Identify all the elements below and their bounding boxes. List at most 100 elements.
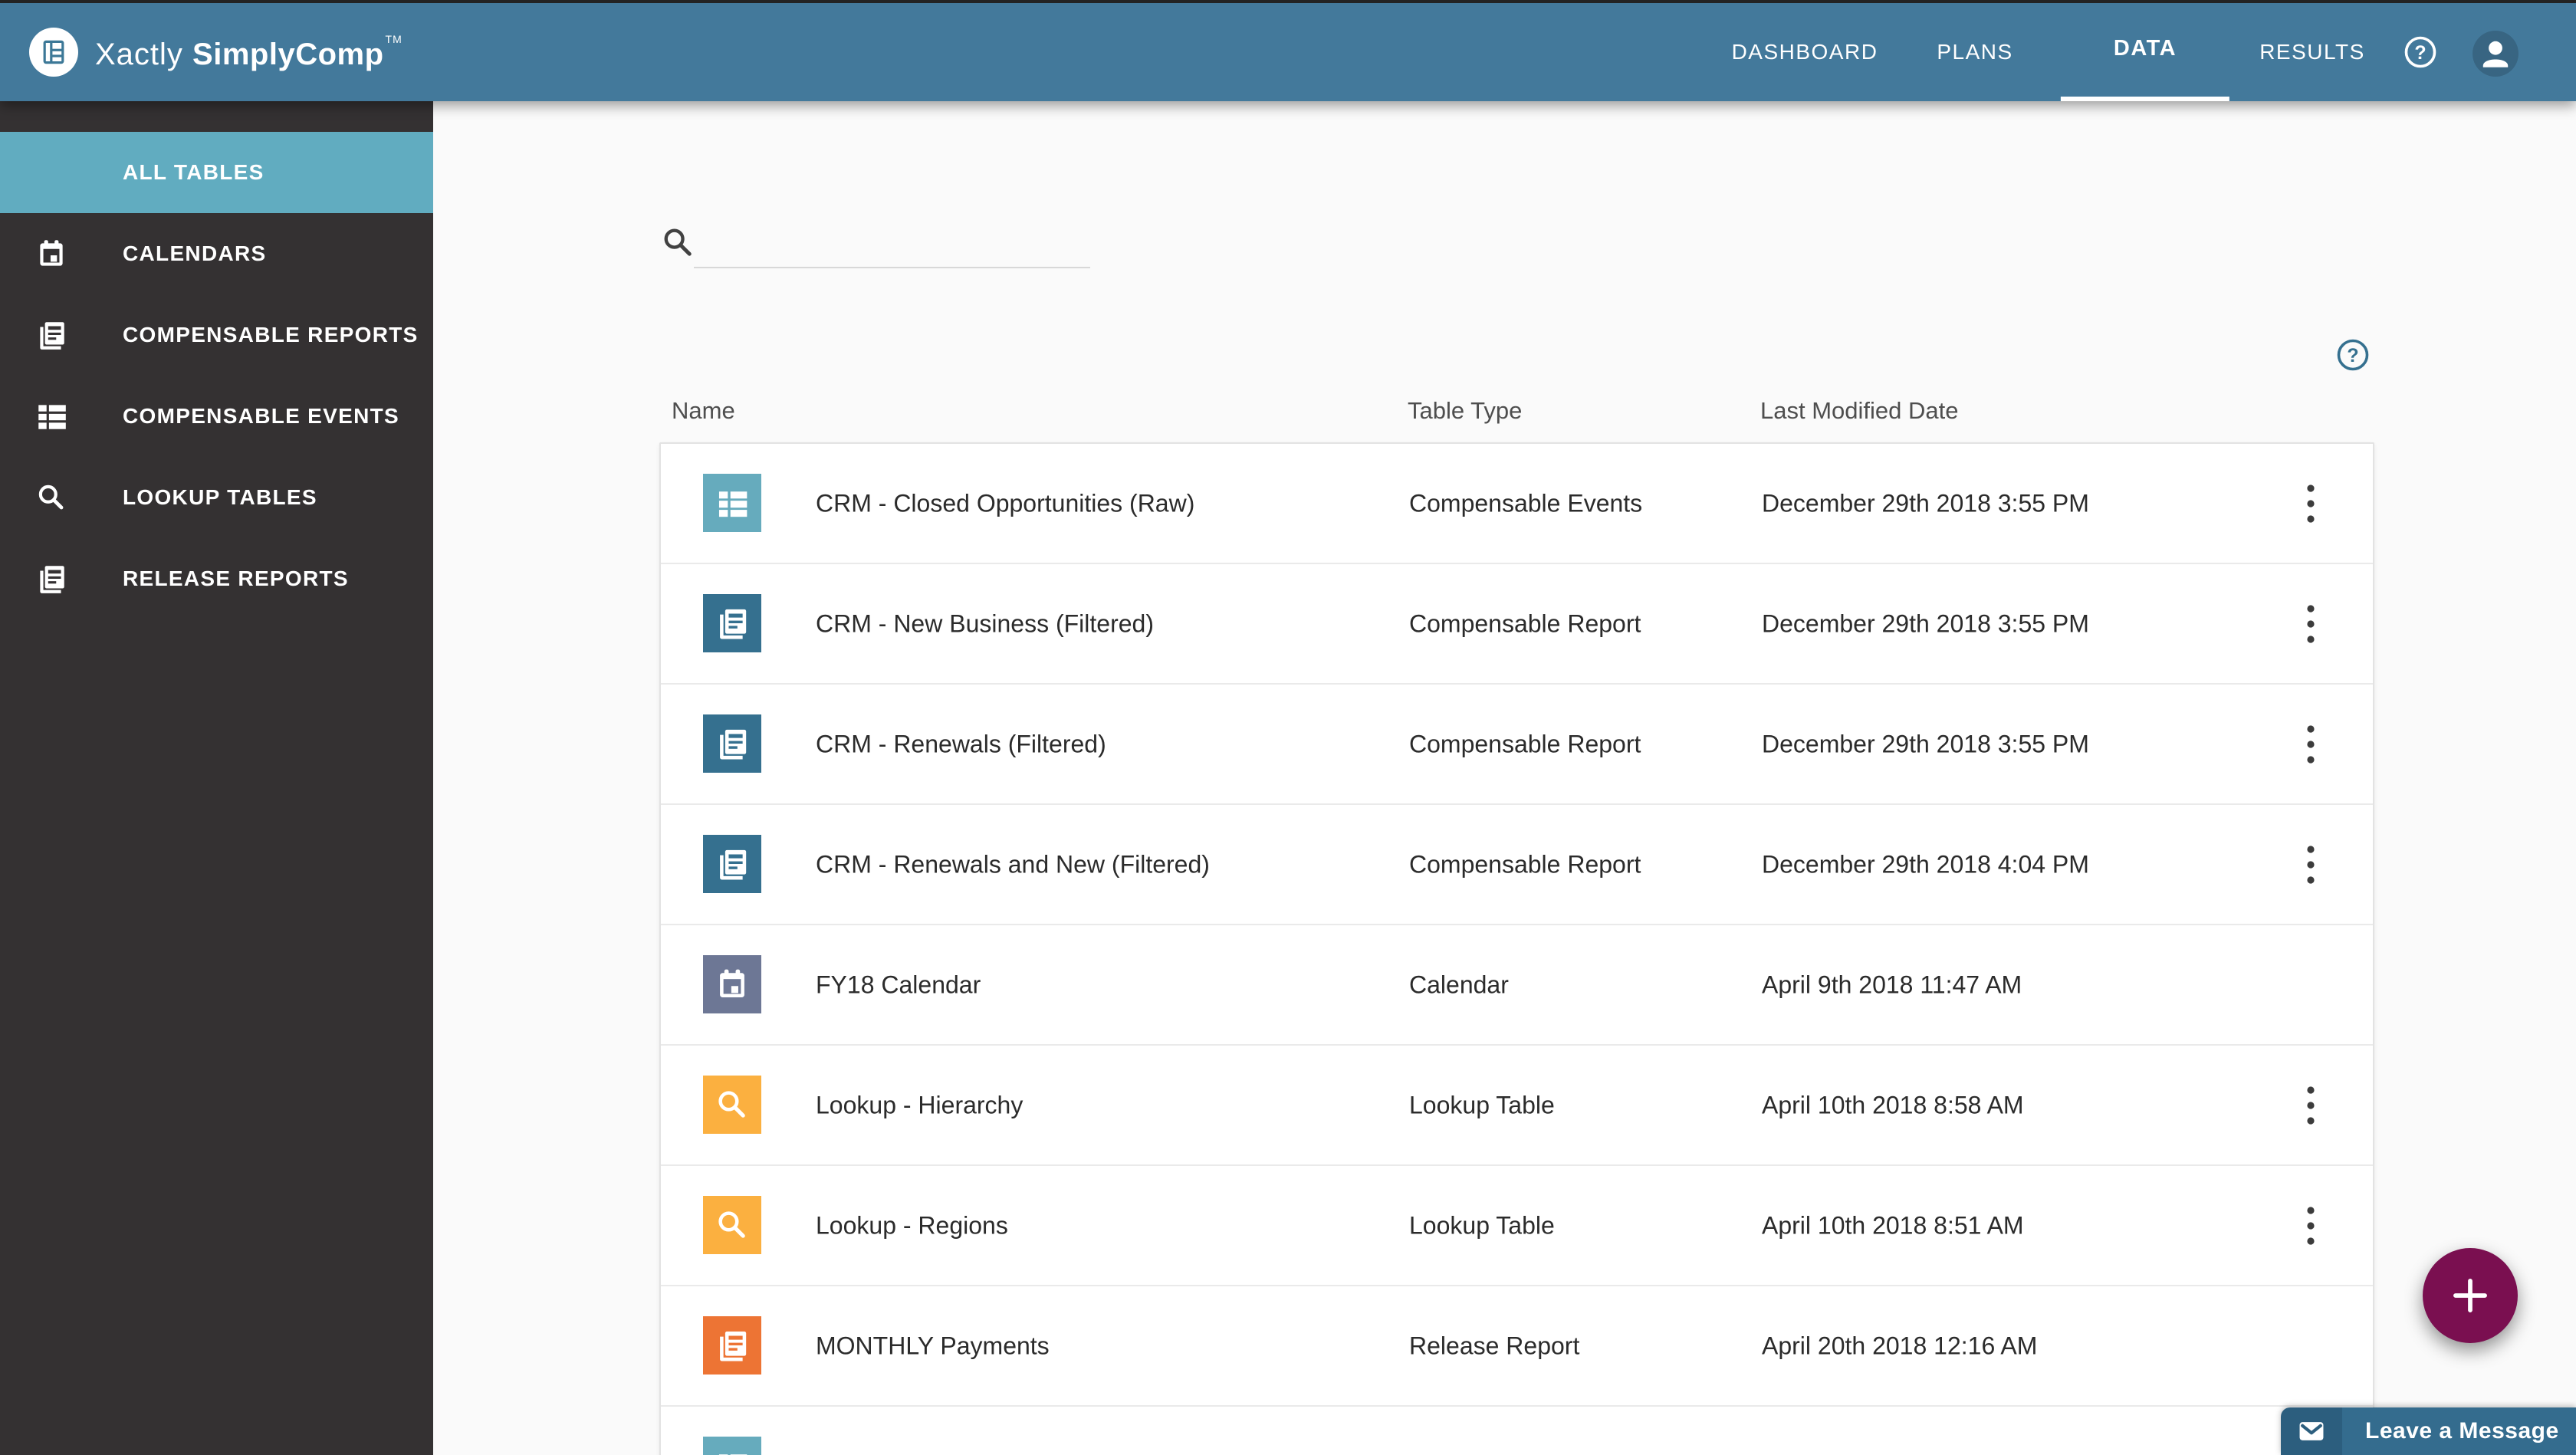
- row-table-type: Release Report: [1409, 1332, 1580, 1359]
- svg-text:?: ?: [2347, 345, 2358, 366]
- row-name: FY18 Calendar: [816, 971, 981, 998]
- help-icon[interactable]: ?: [2404, 35, 2437, 69]
- row-last-modified: December 29th 2018 3:55 PM: [1762, 730, 2089, 757]
- sidebar-item-icon: [34, 155, 69, 190]
- report-icon: [40, 566, 64, 593]
- sidebar-item-label: COMPENSABLE REPORTS: [123, 323, 419, 347]
- table-row[interactable]: FY18 Calendar Calendar April 9th 2018 11…: [661, 925, 2373, 1046]
- tab-plans[interactable]: PLANS: [1937, 3, 2013, 101]
- row-last-modified: April 18th 2018 9:28 AM: [1762, 1452, 2024, 1455]
- report-icon: [720, 609, 747, 639]
- app-window: Xactly SimplyComp TM DASHBOARD PLANS DATA…: [0, 0, 2576, 1455]
- envelope-icon: [2281, 1407, 2342, 1455]
- column-header-name: Name: [672, 397, 735, 424]
- report-icon: [720, 1331, 747, 1361]
- report-icon: [720, 729, 747, 760]
- user-avatar[interactable]: [2472, 31, 2518, 77]
- sidebar-item-icon: [34, 480, 69, 515]
- sidebar-item[interactable]: ALL TABLES: [0, 132, 433, 213]
- table-row[interactable]: CRM - Renewals (Filtered) Compensable Re…: [661, 685, 2373, 805]
- tab-dashboard[interactable]: DASHBOARD: [1732, 3, 1878, 101]
- sidebar-item[interactable]: COMPENSABLE REPORTS: [0, 294, 433, 376]
- table-type-icon: [703, 1196, 761, 1254]
- sidebar-item-icon: [34, 399, 69, 434]
- tab-results[interactable]: RESULTS: [2259, 3, 2365, 101]
- search-input[interactable]: [694, 228, 1090, 268]
- sidebar-item[interactable]: CALENDARS: [0, 213, 433, 294]
- table-row[interactable]: Lookup - Regions Lookup Table April 10th…: [661, 1166, 2373, 1286]
- table-type-icon: [703, 1437, 761, 1455]
- report-icon: [720, 849, 747, 880]
- row-menu-kebab-icon[interactable]: [2306, 1204, 2321, 1247]
- row-last-modified: April 20th 2018 12:16 AM: [1762, 1332, 2038, 1359]
- sidebar-item-label: CALENDARS: [123, 241, 267, 265]
- table-type-icon: [703, 474, 761, 532]
- svg-text:?: ?: [2414, 42, 2426, 64]
- sidebar-item-icon: [34, 317, 69, 353]
- sidebar-item[interactable]: COMPENSABLE EVENTS: [0, 376, 433, 457]
- row-last-modified: April 10th 2018 8:51 AM: [1762, 1211, 2024, 1239]
- magnifier-icon: [718, 1091, 745, 1118]
- brand-wordmark: Xactly SimplyComp TM: [95, 32, 402, 71]
- leave-message-button[interactable]: Leave a Message: [2281, 1407, 2576, 1455]
- table-type-icon: [703, 594, 761, 652]
- app-header: Xactly SimplyComp TM DASHBOARD PLANS DATA…: [0, 3, 2576, 101]
- brand: Xactly SimplyComp TM: [29, 3, 402, 101]
- tab-data[interactable]: DATA: [2061, 3, 2229, 101]
- table-type-icon: [703, 1076, 761, 1134]
- sidebar-item-label: LOOKUP TABLES: [123, 485, 317, 509]
- table-row[interactable]: CRM - New Business (Filtered) Compensabl…: [661, 564, 2373, 685]
- row-table-type: Compensable Report: [1409, 609, 1641, 637]
- table-type-icon: [703, 714, 761, 773]
- row-last-modified: December 29th 2018 3:55 PM: [1762, 609, 2089, 637]
- row-table-type: Compensable Report: [1409, 730, 1641, 757]
- plus-icon: [2453, 1279, 2487, 1312]
- window-top-strip: [0, 0, 2576, 3]
- magnifier-icon: [38, 484, 64, 510]
- report-icon: [40, 322, 64, 350]
- sidebar-item-icon: [34, 561, 69, 596]
- add-table-button[interactable]: [2423, 1248, 2518, 1343]
- calendar-icon: [720, 969, 744, 998]
- table-type-icon: [703, 1316, 761, 1375]
- table-row[interactable]: Paid Invoices (Raw) Compensable Events A…: [661, 1407, 2373, 1455]
- row-table-type: Compensable Events: [1409, 489, 1643, 517]
- table-row[interactable]: CRM - Renewals and New (Filtered) Compen…: [661, 805, 2373, 925]
- row-name: CRM - New Business (Filtered): [816, 609, 1154, 637]
- main-content: ? Name Table Type Last Modified Date CRM…: [433, 101, 2576, 1455]
- row-menu-kebab-icon[interactable]: [2306, 603, 2321, 645]
- trademark-symbol: TM: [385, 32, 402, 45]
- list-icon: [718, 491, 748, 517]
- table-row[interactable]: MONTHLY Payments Release Report April 20…: [661, 1286, 2373, 1407]
- table-help-icon[interactable]: ?: [2336, 338, 2370, 372]
- person-icon: [2482, 41, 2509, 67]
- row-menu-kebab-icon[interactable]: [2306, 482, 2321, 525]
- row-menu-kebab-icon[interactable]: [2306, 1084, 2321, 1127]
- row-last-modified: December 29th 2018 3:55 PM: [1762, 489, 2089, 517]
- sidebar-item-icon: [34, 236, 69, 271]
- table-row[interactable]: CRM - Closed Opportunities (Raw) Compens…: [661, 444, 2373, 564]
- row-name: MONTHLY Payments: [816, 1332, 1050, 1359]
- table-row[interactable]: Lookup - Hierarchy Lookup Table April 10…: [661, 1046, 2373, 1166]
- row-menu-kebab-icon[interactable]: [2306, 723, 2321, 766]
- row-name: CRM - Renewals (Filtered): [816, 730, 1106, 757]
- sidebar-item-label: RELEASE REPORTS: [123, 567, 349, 590]
- row-table-type: Lookup Table: [1409, 1091, 1555, 1118]
- row-name: Lookup - Regions: [816, 1211, 1008, 1239]
- sidebar-item[interactable]: LOOKUP TABLES: [0, 457, 433, 538]
- row-name: CRM - Renewals and New (Filtered): [816, 850, 1210, 878]
- magnifier-icon: [718, 1211, 745, 1238]
- row-table-type: Calendar: [1409, 971, 1509, 998]
- sidebar-item[interactable]: RELEASE REPORTS: [0, 538, 433, 619]
- row-table-type: Lookup Table: [1409, 1211, 1555, 1239]
- row-last-modified: December 29th 2018 4:04 PM: [1762, 850, 2089, 878]
- calendar-icon: [40, 240, 63, 266]
- row-menu-kebab-icon[interactable]: [2306, 843, 2321, 886]
- leave-message-label: Leave a Message: [2342, 1407, 2576, 1455]
- row-name: Paid Invoices (Raw): [816, 1452, 1034, 1455]
- sidebar-item-label: COMPENSABLE EVENTS: [123, 404, 399, 428]
- row-name: CRM - Closed Opportunities (Raw): [816, 489, 1195, 517]
- table-type-icon: [703, 835, 761, 893]
- search-icon: [659, 224, 696, 261]
- column-header-type: Table Type: [1408, 397, 1523, 424]
